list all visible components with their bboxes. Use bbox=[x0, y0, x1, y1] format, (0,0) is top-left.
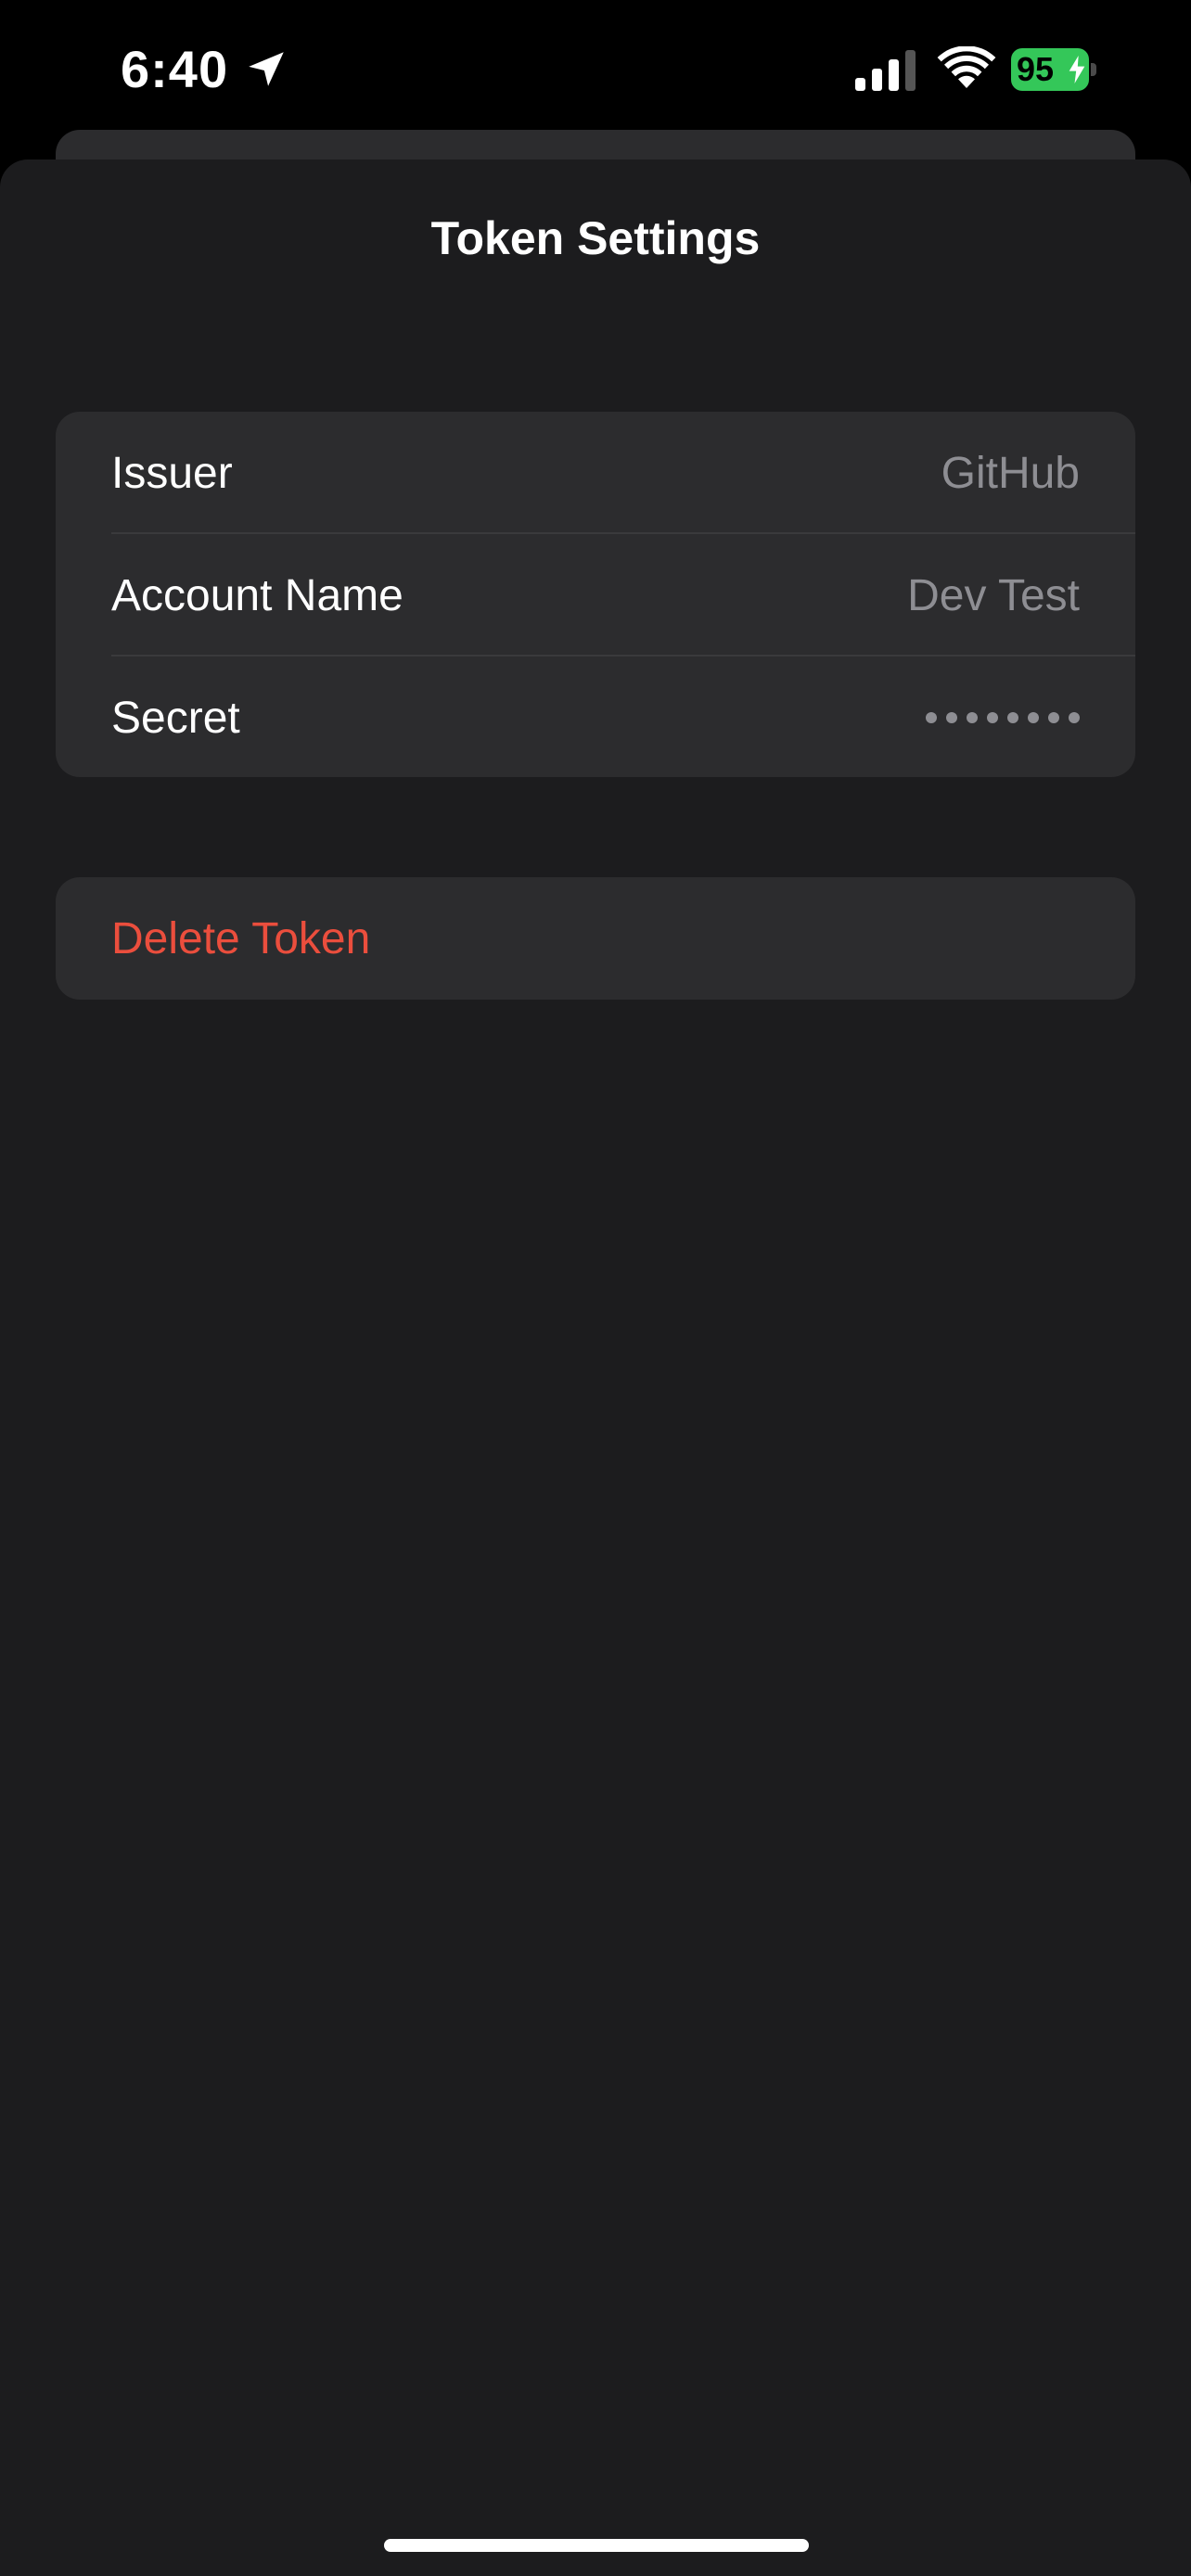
mask-dot bbox=[1048, 712, 1059, 723]
secret-row[interactable]: Secret bbox=[56, 657, 1135, 777]
account-name-row[interactable]: Account Name Dev Test bbox=[56, 534, 1135, 657]
home-indicator[interactable] bbox=[384, 2539, 809, 2552]
issuer-row[interactable]: Issuer GitHub bbox=[56, 412, 1135, 534]
token-settings-sheet: Token Settings Issuer GitHub Account Nam… bbox=[0, 159, 1191, 2576]
issuer-value[interactable]: GitHub bbox=[941, 448, 1080, 499]
account-name-label: Account Name bbox=[111, 570, 403, 620]
token-fields-group: Issuer GitHub Account Name Dev Test Secr… bbox=[56, 412, 1135, 777]
location-arrow-icon bbox=[249, 52, 284, 86]
secret-label: Secret bbox=[111, 693, 240, 743]
mask-dot bbox=[967, 712, 978, 723]
battery-charging-icon: 95 bbox=[1011, 48, 1096, 91]
screen: 6:40 95 Token Settings Issuer GitHub Acc… bbox=[0, 0, 1191, 2576]
status-time: 6:40 bbox=[121, 40, 229, 98]
mask-dot bbox=[1069, 712, 1080, 723]
battery-cap bbox=[1091, 63, 1096, 76]
delete-token-button[interactable]: Delete Token bbox=[56, 877, 1135, 1000]
mask-dot bbox=[1007, 712, 1018, 723]
mask-dot bbox=[946, 712, 957, 723]
account-name-value[interactable]: Dev Test bbox=[907, 570, 1080, 621]
status-bar: 6:40 95 bbox=[0, 0, 1191, 139]
sheet-title: Token Settings bbox=[430, 212, 761, 264]
delete-token-label: Delete Token bbox=[111, 913, 371, 963]
cellular-signal-icon bbox=[855, 50, 916, 91]
mask-dot bbox=[926, 712, 937, 723]
bolt-icon bbox=[1069, 56, 1085, 83]
secret-masked-value[interactable] bbox=[926, 712, 1080, 723]
mask-dot bbox=[987, 712, 998, 723]
wifi-icon bbox=[937, 46, 996, 88]
issuer-label: Issuer bbox=[111, 448, 233, 498]
delete-group: Delete Token bbox=[56, 877, 1135, 1000]
mask-dot bbox=[1028, 712, 1039, 723]
